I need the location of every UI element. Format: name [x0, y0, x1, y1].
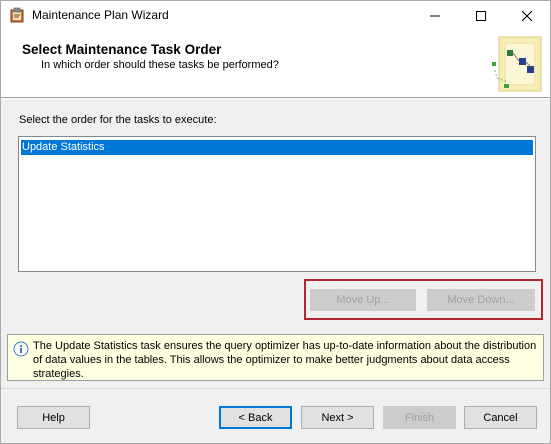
maintenance-plan-wizard-window: Maintenance Plan Wizard Select Maintenan… [0, 0, 551, 444]
wizard-banner-icon [485, 34, 547, 94]
maximize-button[interactable] [458, 1, 504, 30]
back-button[interactable]: < Back [219, 406, 292, 429]
minimize-icon [430, 15, 440, 16]
close-icon [522, 10, 532, 21]
wizard-app-icon [9, 7, 25, 23]
next-button[interactable]: Next > [301, 406, 374, 429]
footer-divider [1, 388, 550, 389]
wizard-header: Select Maintenance Task Order In which o… [1, 30, 550, 98]
finish-button[interactable]: Finish [383, 406, 456, 429]
move-up-button[interactable]: Move Up... [310, 289, 416, 311]
cancel-button[interactable]: Cancel [464, 406, 537, 429]
title-bar: Maintenance Plan Wizard [1, 1, 550, 30]
page-title: Select Maintenance Task Order [22, 42, 222, 57]
task-description: The Update Statistics task ensures the q… [33, 340, 537, 380]
header-divider [1, 98, 550, 99]
info-icon [13, 341, 29, 357]
window-title: Maintenance Plan Wizard [32, 8, 169, 22]
maximize-icon [476, 10, 486, 21]
move-down-button[interactable]: Move Down... [427, 289, 535, 311]
page-subtitle: In which order should these tasks be per… [41, 59, 279, 71]
help-button[interactable]: Help [17, 406, 90, 429]
task-order-label: Select the order for the tasks to execut… [19, 114, 217, 126]
task-order-list[interactable]: Update Statistics [18, 136, 536, 272]
task-info-panel: The Update Statistics task ensures the q… [7, 334, 544, 381]
minimize-button[interactable] [412, 1, 458, 30]
list-item[interactable]: Update Statistics [21, 140, 533, 155]
close-button[interactable] [504, 1, 550, 30]
